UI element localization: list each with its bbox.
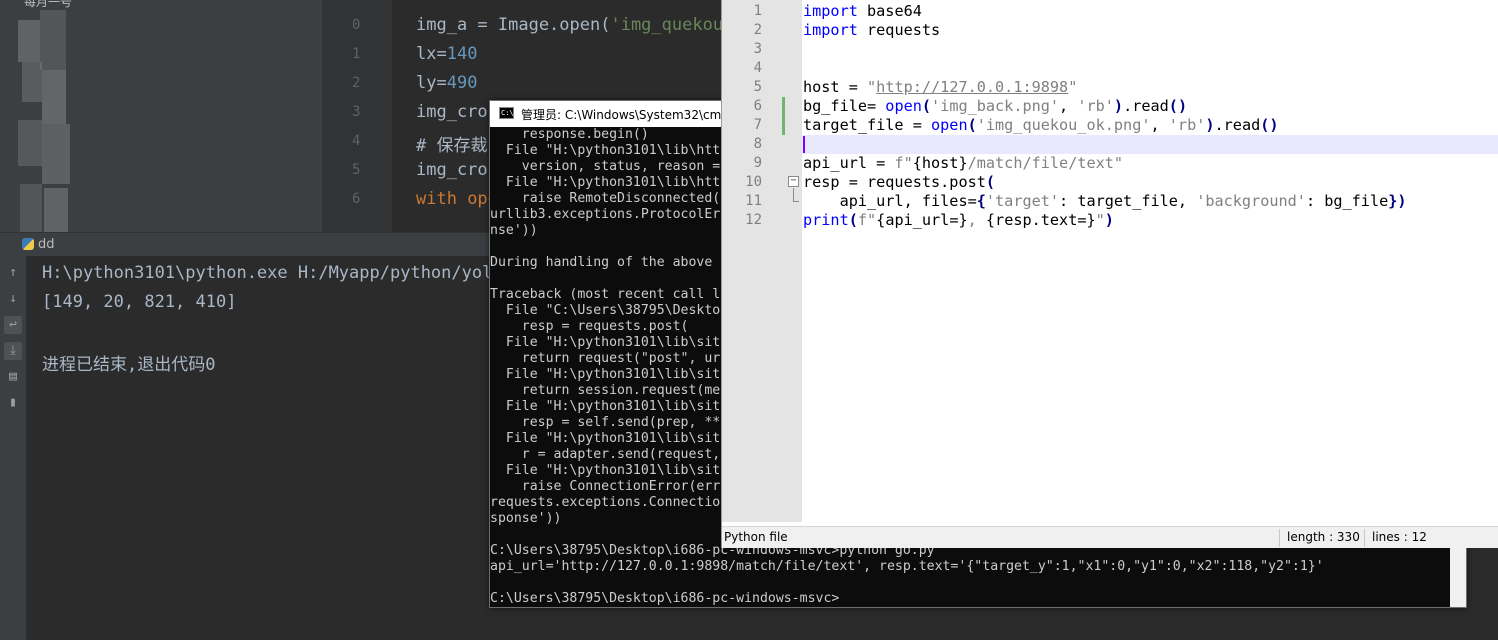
console-line: resp = requests.post( — [490, 319, 689, 334]
blurred-region — [44, 188, 68, 232]
line-number: 9 — [753, 155, 762, 171]
console-line: return session.request(me — [490, 383, 721, 398]
text-caret — [803, 136, 805, 153]
line-number: 5 — [753, 79, 762, 95]
line-number: 7 — [753, 117, 762, 133]
current-line-highlight — [802, 135, 1498, 154]
code-line: lx=140 — [416, 44, 478, 64]
line-number: 2 — [753, 22, 762, 38]
python-icon — [22, 238, 34, 250]
project-panel: 每月一号 — [0, 0, 322, 232]
trash-icon[interactable]: ▮ — [4, 394, 22, 412]
line-number: 5 — [352, 162, 361, 178]
console-line: File "H:\python3101\lib\sit — [490, 335, 721, 350]
console-line: resp = self.send(prep, ** — [490, 415, 721, 430]
console-line: urllib3.exceptions.ProtocolEr — [490, 207, 721, 222]
blurred-region — [18, 20, 40, 62]
console-line: C:\Users\38795\Desktop\i686-pc-windows-m… — [490, 591, 840, 606]
line-number: 6 — [753, 98, 762, 114]
status-divider — [1364, 529, 1365, 547]
console-line: File "H:\python3101\lib\sit — [490, 399, 721, 414]
output-line: [149, 20, 821, 410] — [42, 292, 237, 312]
cmd-icon: C:\ — [499, 107, 514, 119]
console-line: File "H:\python3101\lib\sit — [490, 431, 721, 446]
code-line: api_url, files={'target': target_file, '… — [803, 192, 1407, 210]
arrow-down-icon[interactable]: ↓ — [4, 290, 22, 308]
status-file-type: Python file — [724, 530, 788, 544]
editor-gutter: 1 2 3 4 5 6 7 8 9 10 11 12 − — [722, 0, 802, 522]
cmd-title: 管理员: C:\Windows\System32\cmd.ex — [521, 108, 747, 122]
line-number: 10 — [745, 174, 762, 190]
change-marker — [782, 97, 785, 135]
fold-toggle-icon[interactable]: − — [788, 176, 799, 187]
scroll-to-end-icon[interactable]: ⤓ — [4, 342, 22, 360]
code-line: resp = requests.post( — [803, 173, 996, 191]
blurred-region — [22, 62, 42, 102]
text-editor-window[interactable]: 1 2 3 4 5 6 7 8 9 10 11 12 − import base… — [721, 0, 1498, 548]
line-gutter: 0 1 2 3 4 5 6 — [322, 0, 392, 232]
console-line: File "H:\python3101\lib\htt — [490, 175, 721, 190]
console-line: api_url='http://127.0.0.1:9898/match/fil… — [490, 559, 1324, 574]
console-line: raise RemoteDisconnected( — [490, 191, 721, 206]
editor-status-bar: Python file length : 330 lines : 12 — [722, 526, 1498, 548]
line-number: 0 — [352, 17, 361, 33]
status-length: length : 330 — [1287, 530, 1360, 544]
console-line: During handling of the above — [490, 255, 713, 270]
console-line: response.begin() — [490, 127, 649, 142]
console-line: Traceback (most recent call l — [490, 287, 721, 302]
blurred-region — [40, 10, 66, 70]
code-line: api_url = f"{host}/match/file/text" — [803, 154, 1124, 172]
code-line: with ope — [416, 189, 498, 209]
output-line: H:\python3101\python.exe H:/Myapp/python… — [42, 263, 503, 283]
status-divider — [1279, 529, 1280, 547]
console-line: r = adapter.send(request, — [490, 447, 721, 462]
blurred-region — [20, 184, 42, 232]
console-line: nse')) — [490, 223, 538, 238]
line-number: 1 — [753, 3, 762, 19]
line-number: 11 — [745, 193, 762, 209]
line-number: 4 — [352, 133, 361, 149]
soft-wrap-icon[interactable]: ↩ — [4, 316, 22, 334]
line-number: 4 — [753, 60, 762, 76]
console-line: File "H:\python3101\lib\sit — [490, 463, 721, 478]
run-tab-label: dd — [38, 237, 55, 252]
code-line: img_crop — [416, 102, 498, 122]
blurred-region — [42, 70, 66, 124]
arrow-up-icon[interactable]: ↑ — [4, 264, 22, 282]
project-label: 每月一号 — [24, 0, 73, 9]
blurred-region — [18, 120, 42, 166]
code-line: img_crop — [416, 160, 498, 180]
line-number: 1 — [352, 46, 361, 62]
status-lines: lines : 12 — [1372, 530, 1427, 544]
run-tab[interactable]: dd — [22, 237, 55, 252]
console-line: requests.exceptions.Connectio — [490, 495, 721, 510]
fold-line — [793, 188, 799, 202]
code-line: host = "http://127.0.0.1:9898" — [803, 78, 1078, 96]
line-number: 12 — [745, 212, 762, 228]
print-icon[interactable]: ▤ — [4, 368, 22, 386]
line-number: 3 — [352, 104, 361, 120]
console-line: version, status, reason = — [490, 159, 721, 174]
console-line: File "H:\python3101\lib\htt — [490, 143, 721, 158]
line-number: 3 — [753, 41, 762, 57]
code-line: import base64 — [803, 2, 922, 20]
code-line: target_file = open('img_quekou_ok.png', … — [803, 116, 1279, 134]
code-line: # 保存裁 — [416, 136, 488, 156]
line-number: 6 — [352, 191, 361, 207]
line-number: 2 — [352, 75, 361, 91]
blurred-region — [42, 124, 70, 184]
console-line: File "H:\python3101\lib\sit — [490, 367, 721, 382]
console-line: File "C:\Users\38795\Deskto — [490, 303, 721, 318]
code-line: print(f"{api_url=}, {resp.text=}") — [803, 211, 1114, 229]
console-line: sponse')) — [490, 511, 562, 526]
line-number: 8 — [753, 136, 762, 152]
code-line: import requests — [803, 21, 941, 39]
code-line: img_a = Image.open('img_quekou — [416, 15, 724, 35]
code-line: ly=490 — [416, 73, 478, 93]
console-line: raise ConnectionError(err — [490, 479, 721, 494]
console-line: return request("post", ur — [490, 351, 721, 366]
code-line: bg_file= open('img_back.png', 'rb').read… — [803, 97, 1188, 115]
output-line: 进程已结束,退出代码0 — [42, 355, 216, 375]
run-toolbar: ↑ ↓ ↩ ⤓ ▤ ▮ — [0, 256, 26, 640]
